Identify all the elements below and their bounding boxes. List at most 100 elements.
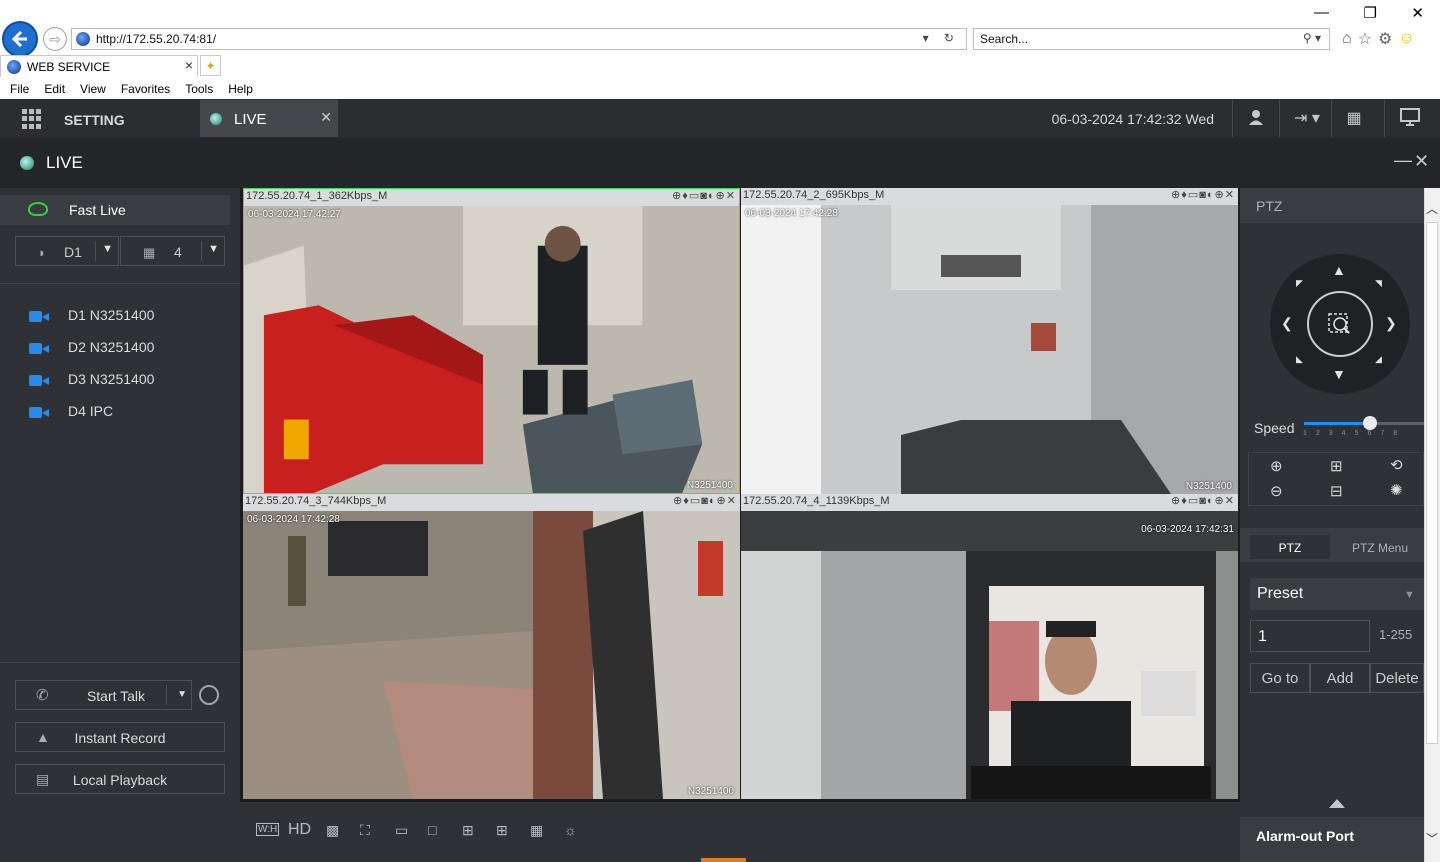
layout-6-icon[interactable]: ⊞: [496, 822, 508, 839]
ptz-left-icon[interactable]: ❮: [1281, 315, 1293, 332]
refresh-icon[interactable]: ▾ ↻: [923, 31, 960, 45]
restore-icon[interactable]: ❐: [1363, 4, 1376, 24]
speed-slider-handle[interactable]: [1363, 416, 1377, 430]
scroll-up-icon[interactable]: ︿: [1426, 200, 1438, 217]
tab-ptz-label[interactable]: PTZ: [1250, 541, 1330, 555]
preset-number-input[interactable]: [1250, 620, 1370, 652]
address-bar[interactable]: http://172.55.20.74:81/ ▾ ↻: [71, 28, 967, 50]
camera-label: D4 IPC: [68, 403, 114, 419]
menu-edit[interactable]: Edit: [44, 82, 65, 96]
video-pane-3[interactable]: 172.55.20.74_3_744Kbps_M ⊕♦▭◙◐⊕✕ 06-03-2…: [243, 494, 740, 799]
layout-single-banner-icon[interactable]: ▭: [395, 822, 408, 839]
osd-timestamp: 06-03-2024 17:42:31: [1141, 524, 1234, 535]
pane-controls-icon[interactable]: ⊕♦▭◙◐⊕✕: [1171, 494, 1235, 507]
add-preset-button[interactable]: Add: [1310, 663, 1370, 693]
chevron-down-icon[interactable]: ▼: [1404, 589, 1415, 601]
ptz-zoom-area-button[interactable]: [1307, 291, 1373, 357]
home-icon[interactable]: ⌂: [1342, 30, 1352, 48]
chevron-down-icon[interactable]: ▼: [177, 689, 187, 700]
scroll-down-icon[interactable]: ﹀: [1426, 830, 1438, 847]
qr-code-icon[interactable]: ▦: [1343, 108, 1365, 130]
instant-record-button[interactable]: ▲ Instant Record: [15, 722, 225, 752]
osd-timestamp: 06-03-2024 17:42:27: [248, 209, 341, 220]
video-pane-1[interactable]: 172.55.20.74_1_362Kbps_M ⊕♦▭◙◐⊕✕ 06-03-2…: [243, 188, 740, 494]
scrollbar-thumb[interactable]: [1426, 222, 1438, 744]
layout-1-icon[interactable]: □: [428, 822, 436, 838]
forward-button[interactable]: ⇨: [43, 27, 67, 51]
close-icon[interactable]: ✕: [320, 109, 332, 126]
smiley-icon[interactable]: ☺: [1398, 30, 1414, 48]
fast-live-button[interactable]: Fast Live: [0, 195, 230, 225]
menu-favorites[interactable]: Favorites: [121, 82, 170, 96]
tab-live[interactable]: LIVE ✕: [200, 100, 338, 137]
stream-quality-icon[interactable]: ▩: [326, 822, 339, 839]
ptz-down-right-icon[interactable]: ◢: [1375, 354, 1382, 365]
gear-icon[interactable]: ⚙: [1378, 29, 1392, 49]
ptz-down-left-icon[interactable]: ◣: [1296, 354, 1303, 365]
stream-select[interactable]: ◗ D1 ▼: [15, 236, 119, 266]
zoom-in-icon[interactable]: ⊕: [1270, 457, 1283, 475]
chevron-down-icon[interactable]: ▼: [208, 243, 219, 255]
layout-select[interactable]: ▦ 4 ▼: [120, 236, 225, 266]
pane-controls-icon[interactable]: ⊕♦▭◙◐⊕✕: [673, 494, 737, 507]
ptz-right-icon[interactable]: ❯: [1385, 315, 1397, 332]
close-icon[interactable]: ×: [185, 57, 193, 73]
close-icon[interactable]: ✕: [1414, 151, 1429, 172]
focus-near-icon[interactable]: ⊞: [1330, 457, 1343, 475]
tab-ptz-menu[interactable]: PTZ Menu: [1336, 541, 1424, 555]
new-tab-button[interactable]: ✦: [200, 55, 221, 76]
start-talk-button[interactable]: ✆ Start Talk ▼: [15, 680, 192, 710]
pane-controls-icon[interactable]: ⊕♦▭◙◐⊕✕: [1171, 188, 1235, 201]
ptz-up-left-icon[interactable]: ◤: [1296, 278, 1303, 289]
pane-controls-icon[interactable]: ⊕♦▭◙◐⊕✕: [672, 189, 736, 202]
site-icon: [7, 59, 21, 74]
preset-number-value: 1: [1258, 628, 1267, 645]
search-icon[interactable]: ⚲ ▾: [1303, 31, 1321, 45]
layout-4-icon[interactable]: ⊞: [462, 822, 474, 839]
video-pane-2[interactable]: 172.55.20.74_2_695Kbps_M ⊕♦▭◙◐⊕✕ 06-03-2…: [741, 188, 1238, 494]
brightness-icon[interactable]: ☼: [564, 822, 577, 838]
menu-view[interactable]: View: [80, 82, 106, 96]
zoom-out-icon[interactable]: ⊖: [1270, 482, 1283, 500]
site-icon: [76, 32, 90, 46]
back-button[interactable]: [2, 21, 38, 57]
menu-help[interactable]: Help: [228, 82, 253, 96]
chevron-down-icon[interactable]: ▼: [102, 243, 113, 255]
close-icon[interactable]: ✕: [1411, 4, 1424, 24]
camera-item-d1[interactable]: D1 N3251400: [0, 302, 240, 330]
ptz-up-right-icon[interactable]: ◥: [1375, 278, 1382, 289]
iris-icon[interactable]: ✺: [1390, 481, 1403, 499]
fullscreen-icon[interactable]: ⛶: [360, 822, 370, 839]
minimize-icon[interactable]: —: [1314, 4, 1329, 24]
setting-button[interactable]: SETTING: [64, 112, 125, 128]
divider: [1331, 100, 1332, 137]
camera-item-d2[interactable]: D2 N3251400: [0, 334, 240, 362]
aspect-ratio-button[interactable]: W:H: [256, 823, 280, 836]
ptz-up-icon[interactable]: ▲: [1332, 262, 1346, 278]
collapse-up-icon[interactable]: [1329, 799, 1345, 808]
preset-range-hint: 1-255: [1379, 627, 1413, 642]
camera-item-d3[interactable]: D3 N3251400: [0, 366, 240, 394]
monitor-icon[interactable]: [1399, 108, 1421, 130]
camera-item-d4[interactable]: D4 IPC: [0, 398, 240, 426]
apps-grid-icon[interactable]: [22, 109, 42, 129]
menu-file[interactable]: File: [10, 82, 29, 96]
talk-status-indicator[interactable]: [199, 685, 219, 705]
local-playback-button[interactable]: ▤ Local Playback: [15, 764, 225, 794]
logout-icon[interactable]: ⇥ ▾: [1290, 108, 1324, 130]
goto-label: Go to: [1261, 670, 1299, 687]
layout-8-icon[interactable]: ▦: [530, 822, 543, 839]
minimize-icon[interactable]: —: [1394, 150, 1412, 171]
hd-button[interactable]: HD: [288, 821, 311, 839]
goto-button[interactable]: Go to: [1250, 663, 1310, 693]
auto-focus-icon[interactable]: ⟲: [1390, 456, 1403, 474]
video-pane-4[interactable]: 172.55.20.74_4_1139Kbps_M ⊕♦▭◙◐⊕✕ 06-03-…: [741, 494, 1238, 799]
ptz-down-icon[interactable]: ▼: [1332, 366, 1346, 382]
browser-tab[interactable]: WEB SERVICE ×: [0, 55, 198, 77]
menu-tools[interactable]: Tools: [185, 82, 213, 96]
search-input[interactable]: Search... ⚲ ▾: [973, 28, 1330, 50]
delete-preset-button[interactable]: Delete: [1370, 663, 1424, 693]
focus-far-icon[interactable]: ⊟: [1330, 482, 1343, 500]
favorites-icon[interactable]: ☆: [1358, 29, 1372, 49]
user-icon[interactable]: [1245, 108, 1267, 130]
